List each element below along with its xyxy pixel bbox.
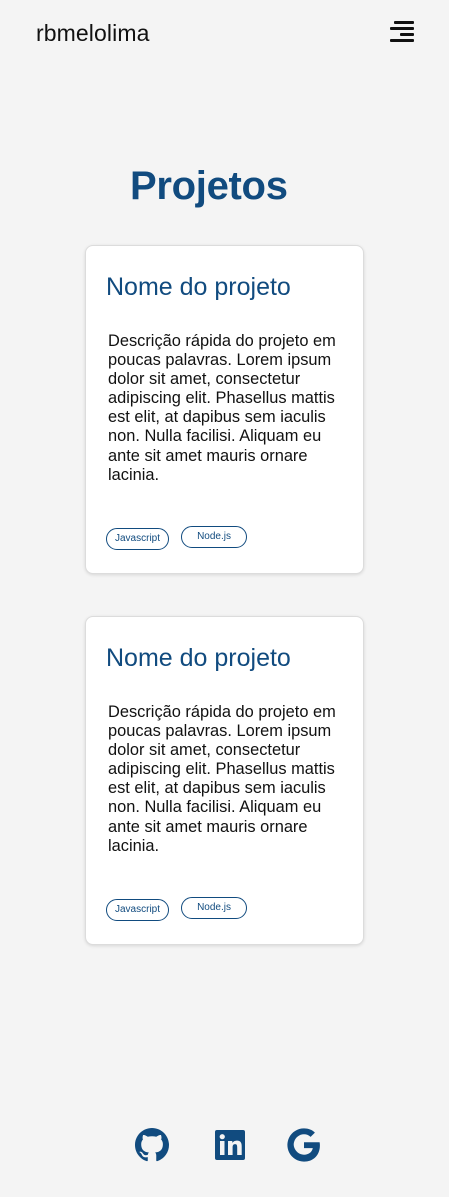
header: rbmelolima	[0, 0, 449, 70]
menu-icon-line	[390, 39, 414, 42]
page-title: Projetos	[130, 164, 288, 208]
google-icon[interactable]	[287, 1128, 321, 1162]
menu-icon-line	[390, 27, 414, 30]
tag-nodejs[interactable]: Node.js	[181, 526, 248, 548]
project-title[interactable]: Nome do projeto	[106, 273, 291, 302]
project-title[interactable]: Nome do projeto	[106, 644, 291, 673]
project-description: Descrição rápida do projeto em poucas pa…	[108, 332, 336, 484]
tag-javascript[interactable]: Javascript	[106, 899, 170, 921]
menu-button[interactable]	[390, 21, 414, 43]
brand-name[interactable]: rbmelolima	[36, 20, 149, 47]
project-tags: Javascript Node.js	[106, 526, 248, 550]
tag-javascript[interactable]: Javascript	[106, 528, 170, 550]
menu-icon-line	[400, 33, 414, 36]
github-icon[interactable]	[135, 1128, 169, 1162]
project-tags: Javascript Node.js	[106, 897, 248, 921]
linkedin-icon[interactable]	[213, 1128, 247, 1162]
menu-icon	[394, 21, 414, 24]
footer	[0, 1128, 449, 1162]
project-description: Descrição rápida do projeto em poucas pa…	[108, 703, 336, 855]
project-card[interactable]: Nome do projeto Descrição rápida do proj…	[85, 245, 364, 574]
tag-nodejs[interactable]: Node.js	[181, 897, 248, 919]
project-card[interactable]: Nome do projeto Descrição rápida do proj…	[85, 616, 364, 945]
